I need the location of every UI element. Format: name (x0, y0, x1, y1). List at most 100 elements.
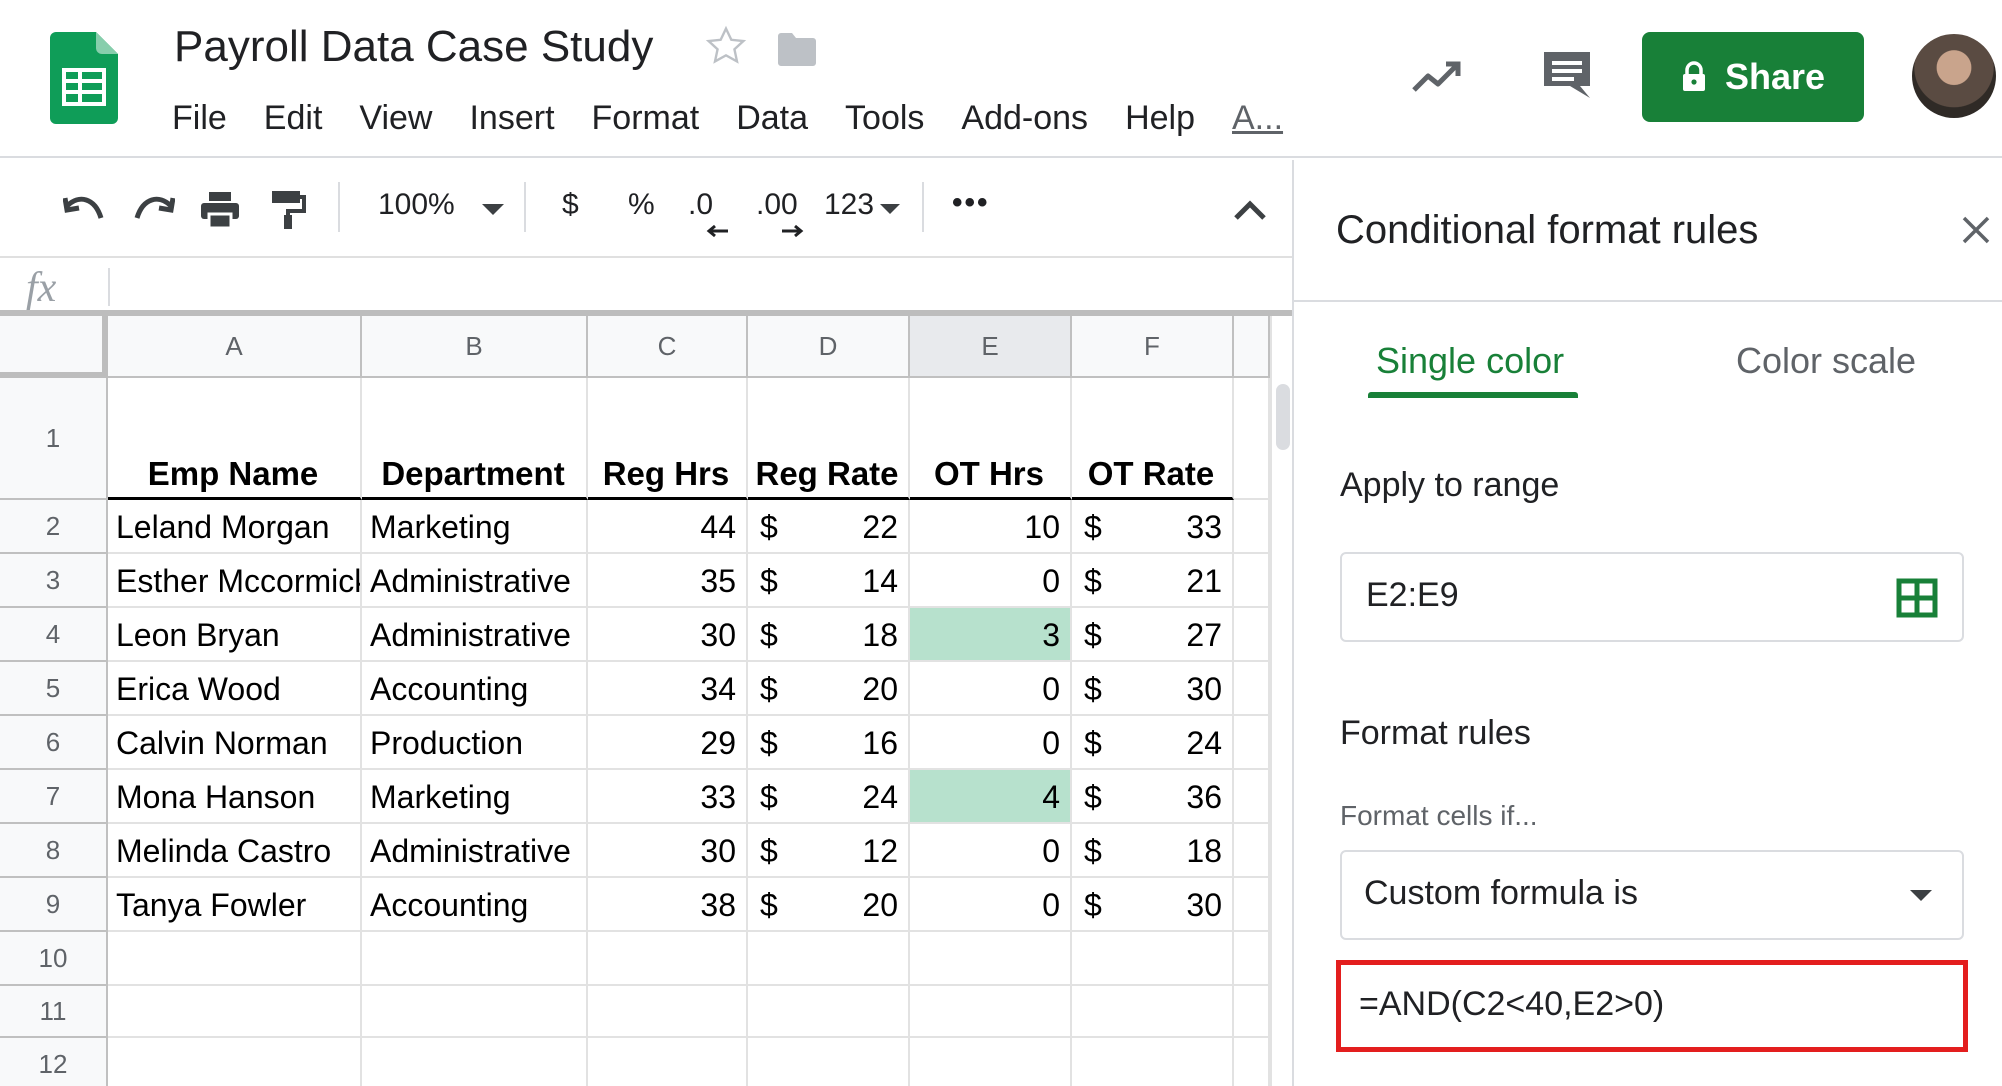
cell-emp-name[interactable]: Mona Hanson (108, 770, 362, 824)
condition-select[interactable]: Custom formula is (1340, 850, 1964, 940)
redo-icon[interactable] (132, 188, 176, 232)
comment-icon[interactable] (1540, 48, 1594, 102)
menu-edit[interactable]: Edit (264, 99, 323, 138)
cell-department[interactable]: Accounting (362, 878, 588, 932)
header-cell[interactable]: Reg Rate (748, 378, 910, 500)
avatar[interactable] (1912, 34, 1996, 118)
empty-cell[interactable] (362, 932, 588, 986)
header-cell[interactable]: OT Rate (1072, 378, 1234, 500)
format-currency-button[interactable]: $ (562, 188, 579, 222)
cell-emp-name[interactable]: Melinda Castro (108, 824, 362, 878)
empty-cell[interactable] (362, 1038, 588, 1086)
header-cell[interactable]: Department (362, 378, 588, 500)
vertical-scrollbar[interactable] (1270, 316, 1292, 1086)
empty-cell[interactable] (1072, 1038, 1234, 1086)
increase-decimal-button[interactable]: .00 (756, 188, 798, 222)
row-header-10[interactable]: 10 (0, 932, 108, 986)
row-header-1[interactable]: 1 (0, 378, 108, 500)
cell-reg-hrs[interactable]: 30 (588, 824, 748, 878)
select-all-corner[interactable] (0, 316, 108, 378)
row-header-12[interactable]: 12 (0, 1038, 108, 1086)
empty-cell[interactable] (910, 1038, 1072, 1086)
column-header-e[interactable]: E (910, 316, 1072, 378)
cell-emp-name[interactable]: Esther Mccormick (108, 554, 362, 608)
column-header-f[interactable]: F (1072, 316, 1234, 378)
empty-cell[interactable] (588, 932, 748, 986)
tab-color-scale[interactable]: Color scale (1736, 340, 1916, 382)
empty-cell[interactable] (1234, 554, 1270, 608)
cell-department[interactable]: Accounting (362, 662, 588, 716)
header-cell[interactable]: Reg Hrs (588, 378, 748, 500)
cell-emp-name[interactable]: Erica Wood (108, 662, 362, 716)
empty-cell[interactable] (588, 1038, 748, 1086)
cell-ot-rate[interactable]: $33 (1072, 500, 1234, 554)
cell-reg-hrs[interactable]: 44 (588, 500, 748, 554)
cell-ot-hrs[interactable]: 10 (910, 500, 1072, 554)
custom-formula-input[interactable]: =AND(C2<40,E2>0) (1336, 960, 1968, 1052)
cell-reg-rate[interactable]: $20 (748, 878, 910, 932)
row-header-9[interactable]: 9 (0, 878, 108, 932)
cell-ot-hrs[interactable]: 0 (910, 662, 1072, 716)
empty-cell[interactable] (108, 932, 362, 986)
menu-tools[interactable]: Tools (845, 99, 924, 138)
cell-emp-name[interactable]: Calvin Norman (108, 716, 362, 770)
empty-cell[interactable] (1234, 878, 1270, 932)
empty-cell[interactable] (748, 986, 910, 1038)
empty-cell[interactable] (362, 986, 588, 1038)
cell-reg-hrs[interactable]: 35 (588, 554, 748, 608)
menu-data[interactable]: Data (736, 99, 808, 138)
decrease-decimal-button[interactable]: .0 (688, 188, 713, 222)
range-input[interactable]: E2:E9 (1340, 552, 1964, 642)
scrollbar-thumb[interactable] (1276, 384, 1290, 450)
zoom-select[interactable]: 100% (378, 188, 455, 222)
close-icon[interactable] (1958, 212, 1994, 248)
empty-cell[interactable] (1234, 662, 1270, 716)
collapse-icon[interactable] (1228, 188, 1272, 232)
menu-accessibility[interactable]: A... (1232, 99, 1283, 138)
column-header-b[interactable]: B (362, 316, 588, 378)
tab-single-color[interactable]: Single color (1376, 340, 1564, 382)
empty-cell[interactable] (1072, 986, 1234, 1038)
column-header-a[interactable]: A (108, 316, 362, 378)
cell-reg-rate[interactable]: $20 (748, 662, 910, 716)
row-header-3[interactable]: 3 (0, 554, 108, 608)
cell-reg-rate[interactable]: $14 (748, 554, 910, 608)
header-cell[interactable]: OT Hrs (910, 378, 1072, 500)
document-title[interactable]: Payroll Data Case Study (174, 22, 653, 72)
menu-help[interactable]: Help (1125, 99, 1195, 138)
empty-cell[interactable] (1072, 932, 1234, 986)
cell-ot-rate[interactable]: $27 (1072, 608, 1234, 662)
cell-ot-rate[interactable]: $21 (1072, 554, 1234, 608)
empty-cell[interactable] (1234, 932, 1270, 986)
print-icon[interactable] (198, 188, 242, 232)
cell-ot-hrs[interactable]: 0 (910, 878, 1072, 932)
cell-ot-rate[interactable]: $18 (1072, 824, 1234, 878)
select-range-icon[interactable] (1896, 578, 1938, 618)
column-header-g[interactable] (1234, 316, 1270, 378)
row-header-2[interactable]: 2 (0, 500, 108, 554)
cell-emp-name[interactable]: Leon Bryan (108, 608, 362, 662)
row-header-7[interactable]: 7 (0, 770, 108, 824)
cell-department[interactable]: Marketing (362, 500, 588, 554)
cell-reg-rate[interactable]: $22 (748, 500, 910, 554)
cell-emp-name[interactable]: Leland Morgan (108, 500, 362, 554)
empty-cell[interactable] (1234, 716, 1270, 770)
column-header-c[interactable]: C (588, 316, 748, 378)
cell-ot-hrs[interactable]: 0 (910, 554, 1072, 608)
sheets-logo-icon[interactable] (50, 32, 118, 124)
cell-reg-hrs[interactable]: 33 (588, 770, 748, 824)
menu-insert[interactable]: Insert (469, 99, 554, 138)
cell-department[interactable]: Administrative (362, 824, 588, 878)
folder-icon[interactable] (776, 32, 818, 68)
cell-reg-hrs[interactable]: 29 (588, 716, 748, 770)
menu-format[interactable]: Format (592, 99, 700, 138)
cell-reg-rate[interactable]: $24 (748, 770, 910, 824)
cell-ot-rate[interactable]: $36 (1072, 770, 1234, 824)
empty-cell[interactable] (1234, 824, 1270, 878)
cell-reg-rate[interactable]: $16 (748, 716, 910, 770)
row-header-11[interactable]: 11 (0, 986, 108, 1038)
cell-reg-rate[interactable]: $18 (748, 608, 910, 662)
share-button[interactable]: Share (1642, 32, 1864, 122)
row-header-5[interactable]: 5 (0, 662, 108, 716)
cell-ot-rate[interactable]: $30 (1072, 878, 1234, 932)
